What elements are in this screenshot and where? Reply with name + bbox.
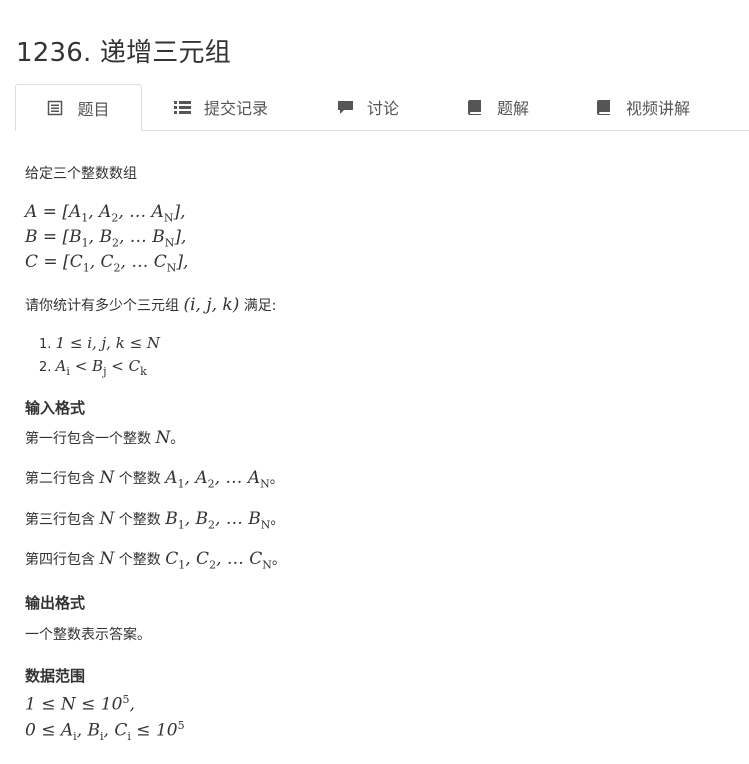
chat-bubble-icon [337, 99, 353, 115]
array-b: B = [B1, B2, … BN], [25, 227, 187, 250]
input-line-suffix: 。 [269, 471, 284, 487]
condition-item: 1. 1 ≤ i, j, k ≤ N [39, 334, 160, 352]
list-icon [174, 99, 191, 115]
output-heading: 输出格式 [25, 594, 86, 612]
array-c: C = [C1, C2, … CN], [25, 252, 189, 275]
list-number: 2. [39, 360, 52, 375]
tab-video[interactable]: 视频讲解 [596, 84, 690, 129]
tab-discussion[interactable]: 讨论 [337, 84, 399, 129]
intro-text: 给定三个整数数组 [25, 166, 137, 182]
tab-label: 提交记录 [204, 98, 269, 118]
question-math: (i, j, k) [183, 295, 240, 315]
input-line-math: N [99, 509, 115, 529]
tab-label: 讨论 [367, 98, 400, 118]
input-line-suffix: 。 [270, 512, 285, 528]
input-line-2: 第二行包含 N 个整数 A1, A2, … AN。 [25, 468, 284, 490]
input-line-suffix: 。 [170, 431, 185, 447]
input-line-text: 第四行包含 [25, 552, 95, 568]
condition-item: 2. Ai < Bj < Ck [39, 357, 147, 378]
problem-tabs: 题目 提交记录 讨论 题解 视频讲解 [15, 84, 749, 131]
document-list-icon [47, 100, 63, 116]
input-line-math: N [155, 428, 171, 448]
input-line-text: 第二行包含 [25, 471, 95, 487]
tab-label: 题解 [497, 98, 530, 118]
input-line-math: N [99, 468, 115, 488]
book-icon [467, 99, 483, 115]
input-line-text: 第三行包含 [25, 512, 95, 528]
input-line-text: 第一行包含一个整数 [25, 431, 151, 447]
input-line-text: 个整数 [118, 471, 161, 487]
input-line-3: 第三行包含 N 个整数 B1, B2, … BN。 [25, 509, 284, 531]
tab-solutions[interactable]: 题解 [467, 84, 529, 129]
output-text: 一个整数表示答案。 [25, 627, 151, 643]
input-line-suffix: 。 [271, 552, 286, 568]
input-line-1: 第一行包含一个整数 N。 [25, 428, 184, 448]
input-heading: 输入格式 [25, 399, 86, 417]
question-suffix: 满足: [243, 298, 277, 314]
range-heading: 数据范围 [25, 667, 86, 685]
condition-math: 1 ≤ i, j, k ≤ N [55, 334, 161, 352]
book-icon [596, 99, 612, 115]
condition-math: Ai < Bj < Ck [55, 357, 147, 378]
input-line-seq: B1, B2, … BN [165, 509, 271, 532]
page-title: 1236. 递增三元组 [16, 38, 231, 69]
tab-submissions[interactable]: 提交记录 [174, 84, 268, 129]
tab-label: 视频讲解 [626, 98, 691, 118]
input-line-4: 第四行包含 N 个整数 C1, C2, … CN。 [25, 549, 286, 571]
input-line-seq: A1, A2, … AN [165, 468, 270, 491]
tab-problem[interactable]: 题目 [15, 84, 142, 131]
input-line-seq: C1, C2, … CN [165, 549, 272, 572]
list-number: 1. [39, 337, 52, 352]
input-line-text: 个整数 [118, 552, 161, 568]
range-line-2: 0 ≤ Ai, Bi, Ci ≤ 105 [25, 719, 185, 744]
input-line-math: N [99, 549, 115, 569]
input-line-text: 个整数 [118, 512, 161, 528]
range-line-1: 1 ≤ N ≤ 105, [25, 693, 135, 715]
question-prefix: 请你统计有多少个三元组 [25, 298, 179, 314]
array-a: A = [A1, A2, … AN], [25, 202, 186, 225]
tab-label: 题目 [77, 99, 110, 119]
question-text: 请你统计有多少个三元组 (i, j, k) 满足: [25, 295, 277, 315]
